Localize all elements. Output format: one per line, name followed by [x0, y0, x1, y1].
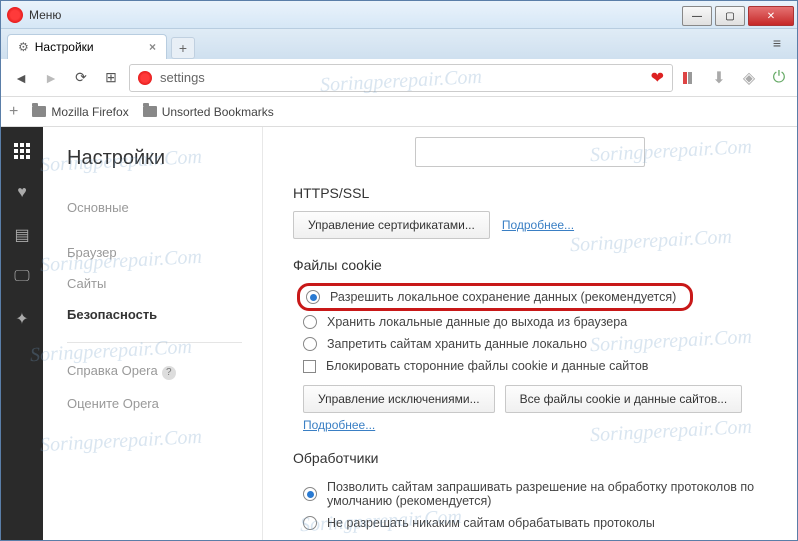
sidebar-item-browser[interactable]: Браузер	[67, 237, 262, 268]
settings-main: HTTPS/SSL Управление сертификатами... По…	[263, 127, 797, 540]
https-more-link[interactable]: Подробнее...	[502, 218, 574, 232]
rail-speed-dial-icon[interactable]	[12, 141, 32, 161]
tabstrip: ⚙ Настройки × + ≡	[1, 29, 797, 59]
cookie-exceptions-button[interactable]: Управление исключениями...	[303, 385, 495, 413]
forward-button[interactable]: ►	[39, 66, 63, 90]
sidebar-item-rate[interactable]: Оцените Opera	[67, 388, 262, 419]
titlebar: Меню — ▢ ✕	[1, 1, 797, 29]
gear-icon: ⚙	[18, 40, 29, 54]
extension-icon-1[interactable]	[679, 68, 699, 88]
help-icon: ?	[162, 366, 176, 380]
bookmark-folder-unsorted[interactable]: Unsorted Bookmarks	[143, 105, 274, 119]
rail-news-icon[interactable]: ▤	[12, 225, 32, 245]
bookmark-label: Unsorted Bookmarks	[162, 105, 274, 119]
bookmarks-bar: + Mozilla Firefox Unsorted Bookmarks	[1, 97, 797, 127]
radio-handlers-block[interactable]	[303, 516, 317, 530]
section-handlers-title: Обработчики	[293, 450, 767, 466]
rail-history-icon[interactable]: 🖵	[12, 267, 32, 287]
sidebar-item-sites[interactable]: Сайты	[67, 268, 262, 299]
radio-cookies-allow[interactable]	[306, 290, 320, 304]
url-input[interactable]	[160, 70, 643, 85]
highlight-annotation: Разрешить локальное сохранение данных (р…	[297, 283, 693, 311]
radio-label: Не разрешать никаким сайтам обрабатывать…	[327, 516, 655, 530]
shield-icon[interactable]: ◈	[739, 68, 759, 88]
radio-label: Разрешить локальное сохранение данных (р…	[330, 290, 676, 304]
minimize-button[interactable]: —	[682, 6, 712, 26]
icon-rail: ♥ ▤ 🖵 ✦	[1, 127, 43, 540]
new-tab-button[interactable]: +	[171, 37, 195, 59]
placeholder-button[interactable]	[415, 137, 645, 167]
speed-dial-icon[interactable]: ⊞	[99, 66, 123, 90]
radio-label: Запретить сайтам хранить данные локально	[327, 337, 587, 351]
sidebar-item-help[interactable]: Справка Opera?	[67, 355, 262, 388]
cookies-more-link[interactable]: Подробнее...	[303, 418, 375, 432]
rail-extensions-icon[interactable]: ✦	[12, 309, 32, 329]
section-https-title: HTTPS/SSL	[293, 185, 767, 201]
opera-url-icon	[138, 71, 152, 85]
tab-title: Настройки	[35, 40, 94, 54]
add-bookmark-button[interactable]: +	[9, 103, 18, 121]
bookmark-label: Mozilla Firefox	[51, 105, 128, 119]
tab-close-icon[interactable]: ×	[149, 40, 156, 54]
sidebar-item-basic[interactable]: Основные	[67, 192, 262, 223]
rail-bookmarks-icon[interactable]: ♥	[12, 183, 32, 203]
radio-cookies-block[interactable]	[303, 337, 317, 351]
download-icon[interactable]: ⬇	[709, 68, 729, 88]
page-title: Настройки	[67, 147, 262, 170]
url-box[interactable]: ❤	[129, 64, 673, 92]
settings-sidebar: Настройки Основные Браузер Сайты Безопас…	[43, 127, 263, 540]
power-icon[interactable]: ⏻	[769, 68, 789, 88]
checkbox-block-thirdparty[interactable]	[303, 360, 316, 373]
folder-icon	[143, 106, 157, 117]
radio-label: Хранить локальные данные до выхода из бр…	[327, 315, 627, 329]
reload-button[interactable]: ⟳	[69, 66, 93, 90]
opera-logo-icon	[7, 7, 23, 23]
close-button[interactable]: ✕	[748, 6, 794, 26]
address-bar: ◄ ► ⟳ ⊞ ❤ ⬇ ◈ ⏻	[1, 59, 797, 97]
section-cookies-title: Файлы cookie	[293, 257, 767, 273]
folder-icon	[32, 106, 46, 117]
sidebar-item-security[interactable]: Безопасность	[67, 299, 262, 330]
radio-label: Позволить сайтам запрашивать разрешение …	[327, 480, 767, 508]
menu-label[interactable]: Меню	[29, 8, 61, 22]
manage-certificates-button[interactable]: Управление сертификатами...	[293, 211, 490, 239]
tab-menu-icon[interactable]: ≡	[765, 31, 789, 55]
radio-handlers-allow[interactable]	[303, 487, 317, 501]
radio-cookies-session[interactable]	[303, 315, 317, 329]
checkbox-label: Блокировать сторонние файлы cookie и дан…	[326, 359, 648, 373]
heart-icon[interactable]: ❤	[651, 68, 664, 88]
all-cookies-button[interactable]: Все файлы cookie и данные сайтов...	[505, 385, 743, 413]
tab-settings[interactable]: ⚙ Настройки ×	[7, 34, 167, 59]
maximize-button[interactable]: ▢	[715, 6, 745, 26]
back-button[interactable]: ◄	[9, 66, 33, 90]
bookmark-folder-firefox[interactable]: Mozilla Firefox	[32, 105, 128, 119]
